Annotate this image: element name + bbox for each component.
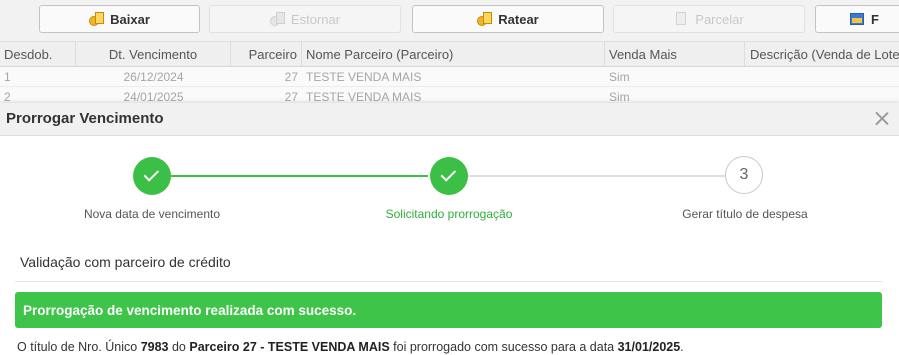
close-icon[interactable] (874, 110, 890, 126)
background-app: Baixar Estornar Ratear Parcelar F Desdob… (0, 0, 899, 104)
cell-descricao (745, 87, 899, 104)
baixar-button[interactable]: Baixar (39, 5, 200, 33)
money-icon (477, 12, 493, 26)
step-3-label: Gerar título de despesa (682, 207, 808, 221)
result-suffix: foi prorrogado com sucesso para a data (393, 340, 615, 354)
result-message: O título de Nro. Único 7983 do Parceiro … (17, 340, 684, 354)
cell-desdob: 1 (4, 69, 11, 84)
cell-dt-vencimento: 26/12/2024 (123, 69, 184, 84)
column-header-nome-parceiro[interactable]: Nome Parceiro (Parceiro) (302, 42, 605, 66)
stepper-connector-complete (171, 175, 428, 177)
estornar-label: Estornar (290, 11, 341, 27)
check-icon (440, 166, 457, 182)
baixar-label: Baixar (110, 11, 150, 27)
step-1-label: Nova data de vencimento (83, 207, 221, 221)
column-header-dt-vencimento[interactable]: Dt. Vencimento (76, 42, 231, 66)
result-prefix: O título de Nro. Único (17, 340, 138, 354)
step-3-circle: 3 (725, 156, 763, 194)
toolbar: Baixar Estornar Ratear Parcelar F (0, 0, 899, 40)
section-title: Validação com parceiro de crédito (20, 254, 231, 270)
cell-parceiro: 27 (284, 69, 298, 84)
ratear-label: Ratear (498, 11, 539, 27)
column-header-parceiro[interactable]: Parceiro (231, 42, 302, 66)
table-icon (850, 12, 865, 26)
cell-nome-parceiro: TESTE VENDA MAIS (306, 89, 422, 104)
cell-venda-mais: Sim (609, 69, 630, 84)
table-row[interactable]: 2 24/01/2025 27 TESTE VENDA MAIS Sim (0, 87, 899, 104)
column-header-desdob[interactable]: Desdob. (0, 42, 76, 66)
estornar-button[interactable]: Estornar (209, 5, 401, 33)
result-date: 31/01/2025 (617, 340, 681, 354)
column-header-venda-mais[interactable]: Venda Mais (605, 42, 745, 66)
cell-descricao (745, 67, 899, 86)
check-icon (143, 166, 160, 182)
grid-header: Desdob. Dt. Vencimento Parceiro Nome Par… (0, 41, 899, 67)
ratear-button[interactable]: Ratear (412, 5, 604, 33)
result-end: . (680, 340, 684, 354)
dialog-title: Prorrogar Vencimento (6, 110, 164, 127)
parcelar-button[interactable]: Parcelar (613, 5, 805, 33)
result-nro-unico: 7983 (140, 340, 169, 354)
cell-dt-vencimento: 24/01/2025 (123, 89, 184, 104)
column-header-descricao[interactable]: Descrição (Venda de Lote) (745, 42, 899, 66)
step-2-label: Solicitando prorrogação (385, 207, 513, 221)
cell-parceiro: 27 (284, 89, 298, 104)
document-icon (674, 12, 689, 26)
more-button[interactable]: F (815, 5, 899, 33)
table-row[interactable]: 1 26/12/2024 27 TESTE VENDA MAIS Sim (0, 67, 899, 87)
step-2-circle (430, 157, 468, 195)
cell-desdob: 2 (4, 89, 11, 104)
dialog-header: Prorrogar Vencimento (0, 103, 899, 136)
divider (15, 281, 882, 282)
result-partner: Parceiro 27 - TESTE VENDA MAIS (189, 340, 390, 354)
prorrogar-vencimento-dialog: Prorrogar Vencimento 3 Nova data de venc… (0, 103, 899, 355)
stepper-connector-pending (468, 175, 725, 177)
success-message: Prorrogação de vencimento realizada com … (23, 302, 357, 318)
cell-venda-mais: Sim (609, 89, 630, 104)
more-label: F (871, 11, 879, 27)
step-1-circle (133, 157, 171, 195)
step-3-number: 3 (739, 166, 749, 183)
parcelar-label: Parcelar (695, 11, 744, 27)
result-middle: do (171, 340, 186, 354)
cell-nome-parceiro: TESTE VENDA MAIS (306, 69, 422, 84)
money-icon (89, 12, 105, 26)
success-alert: Prorrogação de vencimento realizada com … (15, 292, 882, 328)
money-icon (269, 12, 285, 26)
